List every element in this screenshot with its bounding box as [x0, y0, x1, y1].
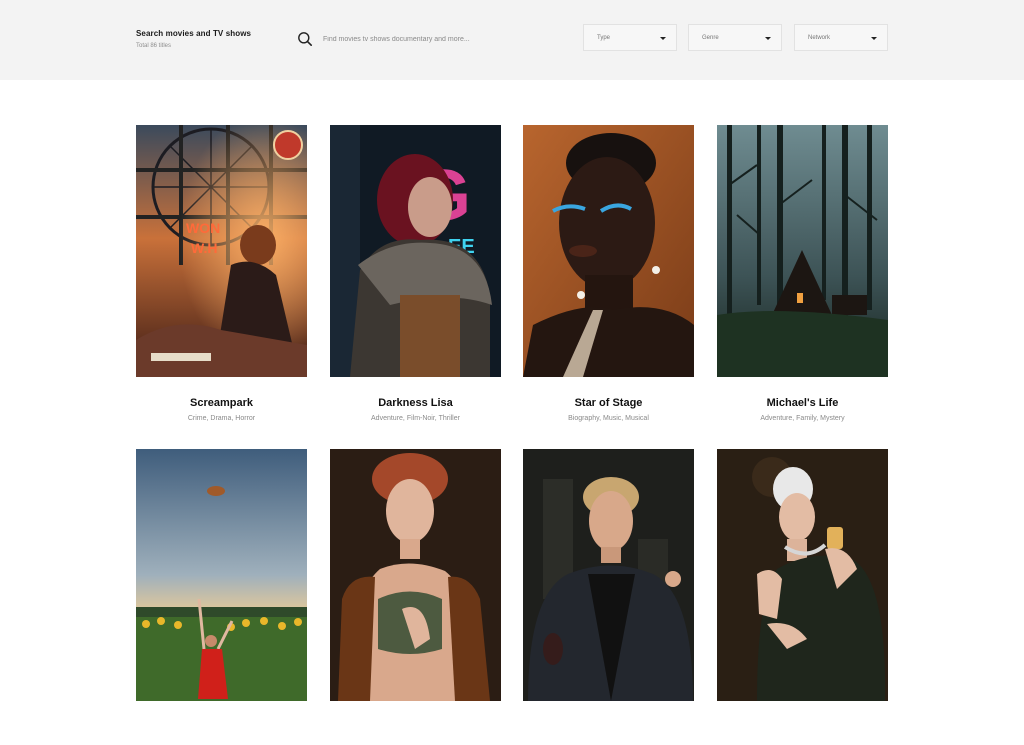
type-filter-select[interactable]: Type — [583, 24, 677, 51]
top-bar: Search movies and TV shows Total 86 titl… — [0, 0, 1024, 80]
title-name[interactable]: Darkness Lisa — [330, 397, 501, 409]
network-filter-select[interactable]: Network — [794, 24, 888, 51]
search-icon[interactable] — [297, 31, 313, 47]
network-filter-label: Network — [808, 35, 831, 41]
title-card[interactable]: G EE 33 Darkness Lisa Adventure, Film-No… — [330, 125, 501, 422]
svg-text:W.H: W.H — [191, 240, 217, 256]
page-heading: Search movies and TV shows Total 86 titl… — [136, 29, 251, 49]
title-card[interactable] — [330, 449, 501, 721]
title-card[interactable]: Star of Stage Biography, Music, Musical — [523, 125, 694, 422]
title-count: Total 86 titles — [136, 43, 172, 49]
title-genres: Adventure, Family, Mystery — [760, 415, 845, 422]
page-title: Search movies and TV shows — [136, 29, 252, 38]
poster-image[interactable]: WON W.H — [136, 125, 307, 377]
title-name[interactable]: Screampark — [136, 397, 307, 409]
title-card[interactable]: Michael's Life Adventure, Family, Myster… — [717, 125, 888, 422]
poster-image[interactable] — [523, 449, 694, 701]
title-name[interactable]: Michael's Life — [717, 397, 888, 409]
poster-image[interactable] — [330, 449, 501, 701]
genre-filter-select[interactable]: Genre — [688, 24, 782, 51]
type-filter-label: Type — [597, 35, 611, 41]
poster-image[interactable] — [717, 125, 888, 377]
search-input[interactable] — [323, 30, 563, 48]
title-card[interactable] — [136, 449, 307, 721]
title-card[interactable] — [717, 449, 888, 721]
genre-filter-label: Genre — [702, 35, 719, 41]
chevron-down-icon — [871, 37, 877, 40]
title-genres: Crime, Drama, Horror — [187, 415, 256, 422]
chevron-down-icon — [660, 37, 666, 40]
poster-image[interactable]: G EE 33 — [330, 125, 501, 377]
title-name[interactable]: Star of Stage — [523, 397, 694, 409]
title-genres: Biography, Music, Musical — [568, 415, 649, 422]
svg-text:WON: WON — [186, 220, 220, 236]
title-card[interactable]: WON W.H Screampark Crime, Drama, Horror — [136, 125, 307, 422]
chevron-down-icon — [765, 37, 771, 40]
poster-image[interactable] — [523, 125, 694, 377]
title-card[interactable] — [523, 449, 694, 721]
poster-image[interactable] — [717, 449, 888, 701]
title-genres: Adventure, Film-Noir, Thriller — [371, 415, 460, 422]
poster-image[interactable] — [136, 449, 307, 701]
